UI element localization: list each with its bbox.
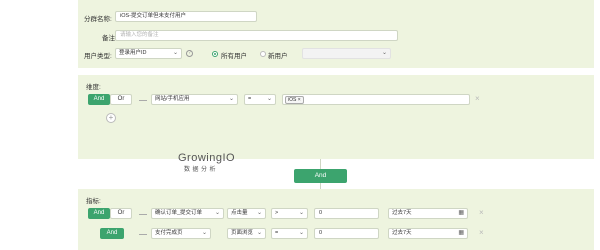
caret-down-icon: ⌄ <box>201 230 207 236</box>
or-button[interactable]: Or <box>110 94 132 105</box>
remove-metric-icon[interactable]: × <box>479 228 484 237</box>
event-value: 确认订单_提交订单 <box>155 210 203 216</box>
center-and-button[interactable]: And <box>294 169 347 183</box>
logo-main-text: GrowingIO <box>178 152 236 164</box>
and-button[interactable]: And <box>100 228 124 239</box>
event-value: 支付完成页 <box>155 230 183 236</box>
help-icon[interactable]: ? <box>186 50 193 57</box>
new-user-range-select[interactable]: ⌄ <box>302 48 391 59</box>
connector-line <box>139 100 147 101</box>
measure-value: 页面浏览 <box>231 230 254 236</box>
threshold-input[interactable]: 0 <box>314 228 379 239</box>
user-type-select[interactable]: 登录用户ID ⌄ <box>115 48 182 59</box>
remark-input[interactable]: 请输入您的备注 <box>115 30 398 41</box>
caret-down-icon: ⌄ <box>228 96 234 102</box>
add-dimension-button[interactable]: + <box>106 113 116 123</box>
value-tag: iOS × <box>285 96 304 104</box>
event-select[interactable]: 确认订单_提交订单 ⌄ <box>151 208 224 219</box>
dimension-panel: 维度: And Or 网站/手机应用 ⌄ = ⌄ iOS × × + <box>78 75 594 159</box>
time-range-select[interactable]: 过去7天 ▦ <box>388 228 468 239</box>
radio-all-users[interactable] <box>212 51 218 57</box>
time-range-select[interactable]: 过去7天 ▦ <box>388 208 468 219</box>
caret-down-icon: ⌄ <box>298 230 304 236</box>
radio-new-users[interactable] <box>260 51 266 57</box>
metrics-label: 指标: <box>86 198 101 205</box>
dimension-label: 维度: <box>86 84 101 91</box>
caret-down-icon: ⌄ <box>172 50 178 56</box>
caret-down-icon: ⌄ <box>298 210 304 216</box>
event-select[interactable]: 支付完成页 ⌄ <box>151 228 211 239</box>
metrics-panel: 指标: And Or 确认订单_提交订单 ⌄ 点击量 ⌄ > ⌄ 0 过去7天 … <box>78 189 594 250</box>
user-type-value: 登录用户ID <box>119 50 147 56</box>
caret-down-icon: ⌄ <box>256 210 262 216</box>
measure-value: 点击量 <box>231 210 248 216</box>
threshold-input[interactable]: 0 <box>314 208 379 219</box>
caret-down-icon: ⌄ <box>256 230 262 236</box>
measure-select[interactable]: 点击量 ⌄ <box>227 208 266 219</box>
value-tag-label: iOS <box>288 97 297 103</box>
or-button[interactable]: Or <box>110 208 132 219</box>
dimension-field-value: 网站/手机应用 <box>155 96 190 102</box>
growingio-logo: GrowingIO 数据分析 <box>178 152 235 173</box>
and-button[interactable]: And <box>88 94 110 105</box>
dimension-value-input[interactable]: iOS × <box>282 94 470 105</box>
caret-down-icon: ⌄ <box>381 50 387 56</box>
close-icon[interactable]: × <box>298 97 301 103</box>
time-range-value: 过去7天 <box>392 210 412 216</box>
connector-vline <box>320 159 321 169</box>
group-name-input[interactable]: iOS-提交订单但未支付用户 <box>115 11 257 22</box>
user-type-label: 用户类型: <box>84 53 112 60</box>
compare-operator-value: = <box>275 230 279 236</box>
group-info-panel: 分群名称: iOS-提交订单但未支付用户 备注: 请输入您的备注 用户类型: 登… <box>78 0 594 68</box>
dimension-field-select[interactable]: 网站/手机应用 ⌄ <box>151 94 238 105</box>
radio-all-users-label: 所有用户 <box>221 53 247 60</box>
compare-operator-value: > <box>275 210 279 216</box>
operator-select[interactable]: = ⌄ <box>244 94 276 105</box>
time-range-value: 过去7天 <box>392 230 412 236</box>
caret-down-icon: ⌄ <box>214 210 220 216</box>
compare-operator-select[interactable]: = ⌄ <box>271 228 308 239</box>
remove-dimension-icon[interactable]: × <box>475 94 480 103</box>
logo-sub-text: 数据分析 <box>184 167 219 173</box>
operator-value: = <box>248 96 252 102</box>
compare-operator-select[interactable]: > ⌄ <box>271 208 308 219</box>
radio-new-users-label: 新用户 <box>268 53 288 60</box>
connector-line <box>139 234 147 235</box>
and-button[interactable]: And <box>88 208 110 219</box>
remove-metric-icon[interactable]: × <box>479 208 484 217</box>
caret-down-icon: ⌄ <box>266 96 272 102</box>
calendar-icon: ▦ <box>458 210 464 216</box>
calendar-icon: ▦ <box>458 230 464 236</box>
measure-select[interactable]: 页面浏览 ⌄ <box>227 228 266 239</box>
connector-line <box>139 214 147 215</box>
name-label: 分群名称: <box>84 16 112 23</box>
